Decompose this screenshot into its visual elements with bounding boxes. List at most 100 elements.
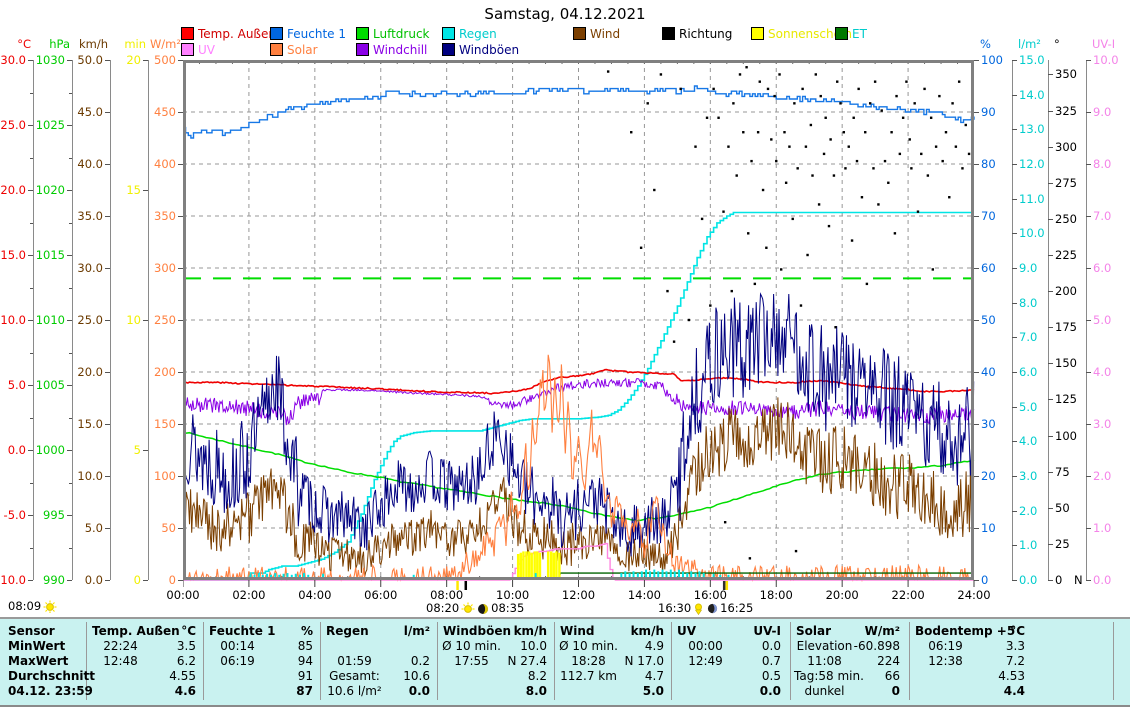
legend-label: Wind	[590, 28, 620, 40]
table-col-unit: l/m²	[324, 624, 430, 639]
table-cell-value: 3.5	[90, 639, 196, 654]
axis-tick-label: 350	[1055, 69, 1077, 80]
legend-item-uv: UV	[181, 43, 215, 56]
dot-Richtung	[909, 138, 911, 140]
table-cell-value: 4.9	[558, 639, 664, 654]
table-separator	[320, 622, 321, 700]
axis-tick-label: 1.0	[1019, 540, 1037, 551]
dot-Richtung	[935, 145, 937, 147]
dot-Richtung	[932, 268, 934, 270]
dot-Richtung	[861, 196, 863, 198]
dot-Richtung	[706, 117, 708, 119]
axis-tick-label: 200	[130, 367, 176, 378]
dot-Richtung	[793, 102, 795, 104]
dot-Richtung	[679, 88, 681, 90]
axis-tick	[67, 515, 72, 516]
axis-tick-label: 500	[130, 55, 176, 66]
dot-Richtung	[839, 102, 841, 104]
axis-tick	[105, 216, 110, 217]
axis-tick-label: 275	[1055, 178, 1077, 189]
table-col-unit: °C	[90, 624, 196, 639]
axis-tick-label: 4.0	[1093, 367, 1111, 378]
axis-tick-label: 8.0	[1093, 159, 1111, 170]
legend-item-windchill: Windchill	[356, 43, 427, 56]
table-cell-value: -60.898	[794, 639, 900, 654]
axis-tick	[1012, 441, 1017, 442]
table-separator	[437, 622, 438, 700]
axis-tick-label: 6.0	[1093, 263, 1111, 274]
moonset-icon	[706, 602, 719, 615]
dot-Richtung	[660, 73, 662, 75]
dot-Richtung	[945, 131, 947, 133]
axis-tick	[1086, 268, 1091, 269]
bar-Sonnenschein	[517, 554, 519, 580]
dot-Richtung	[736, 174, 738, 176]
table-separator	[790, 622, 791, 700]
axis-minor-tick	[69, 223, 72, 224]
table-separator	[554, 622, 555, 700]
axis-tick	[1048, 147, 1053, 148]
table-cell-value: 0	[794, 684, 900, 699]
legend-item-luftdruck: Luftdruck	[356, 27, 430, 40]
dot-Richtung	[881, 109, 883, 111]
axis-tick-label: 350	[130, 211, 176, 222]
axis-tick-label: 250	[130, 315, 176, 326]
axis-tick	[1012, 199, 1017, 200]
axis-tick-label: 1015	[19, 250, 65, 261]
axis-tick-label: 100	[981, 55, 1003, 66]
dot-Richtung	[640, 247, 642, 249]
legend-label: Windböen	[459, 44, 519, 56]
legend-item-temp-au-en: Temp. Außen	[181, 27, 276, 40]
dot-Richtung	[673, 340, 675, 342]
axis-tick-label: 20	[981, 471, 996, 482]
axis-minor-tick	[69, 548, 72, 549]
axis-tick-label: 300	[1055, 142, 1077, 153]
legend-label: Windchill	[373, 44, 427, 56]
table-cell-value: 0.7	[675, 654, 781, 669]
legend-color-swatch	[181, 27, 194, 40]
axis-tick	[1048, 508, 1053, 509]
x-tick-label: 06:00	[358, 588, 404, 602]
axis-tick	[1048, 291, 1053, 292]
axis-tick-label: 5.0	[57, 523, 103, 534]
axis-tick	[1086, 580, 1091, 581]
axis-tick-label: 2.0	[1093, 471, 1111, 482]
axis-tick	[67, 450, 72, 451]
table-cell-value: 4.53	[913, 669, 1025, 684]
table-cell-value: 3.3	[913, 639, 1025, 654]
legend-color-swatch	[442, 27, 455, 40]
legend-item-windb-en: Windböen	[442, 43, 519, 56]
dot-Richtung	[948, 196, 950, 198]
dot-Richtung	[792, 218, 794, 220]
axis-tick	[105, 112, 110, 113]
dot-Richtung	[917, 210, 919, 212]
dot-Richtung	[810, 124, 812, 126]
axis-minor-tick	[30, 93, 33, 94]
table-cell-value: 4.55	[90, 669, 196, 684]
dot-Richtung	[806, 254, 808, 256]
dot-Richtung	[630, 131, 632, 133]
legend-color-swatch	[751, 27, 764, 40]
table-cell-value: 87	[207, 684, 313, 699]
axis-tick	[1048, 74, 1053, 75]
axis-tick	[1048, 327, 1053, 328]
table-cell-value: N 17.0	[558, 654, 664, 669]
table-cell-value: 8.2	[441, 669, 547, 684]
table-col-unit: %	[207, 624, 313, 639]
legend-item-regen: Regen	[442, 27, 497, 40]
axis-tick-label: 3.0	[1093, 419, 1111, 430]
axis-tick-label: 14.0	[1019, 90, 1045, 101]
table-cell-value: 8.0	[441, 684, 547, 699]
axis-tick	[1012, 476, 1017, 477]
axis-tick-label: 150	[1055, 358, 1077, 369]
axis-tick	[1086, 60, 1091, 61]
dot-Richtung	[869, 102, 871, 104]
table-cell-value: 4.7	[558, 669, 664, 684]
dot-Richtung	[694, 145, 696, 147]
dot-Richtung	[890, 131, 892, 133]
axis-tick	[1086, 320, 1091, 321]
dot-Richtung	[749, 557, 751, 559]
dot-Richtung	[780, 268, 782, 270]
axis-tick	[1048, 219, 1053, 220]
axis-rail-lm2	[1012, 60, 1013, 580]
